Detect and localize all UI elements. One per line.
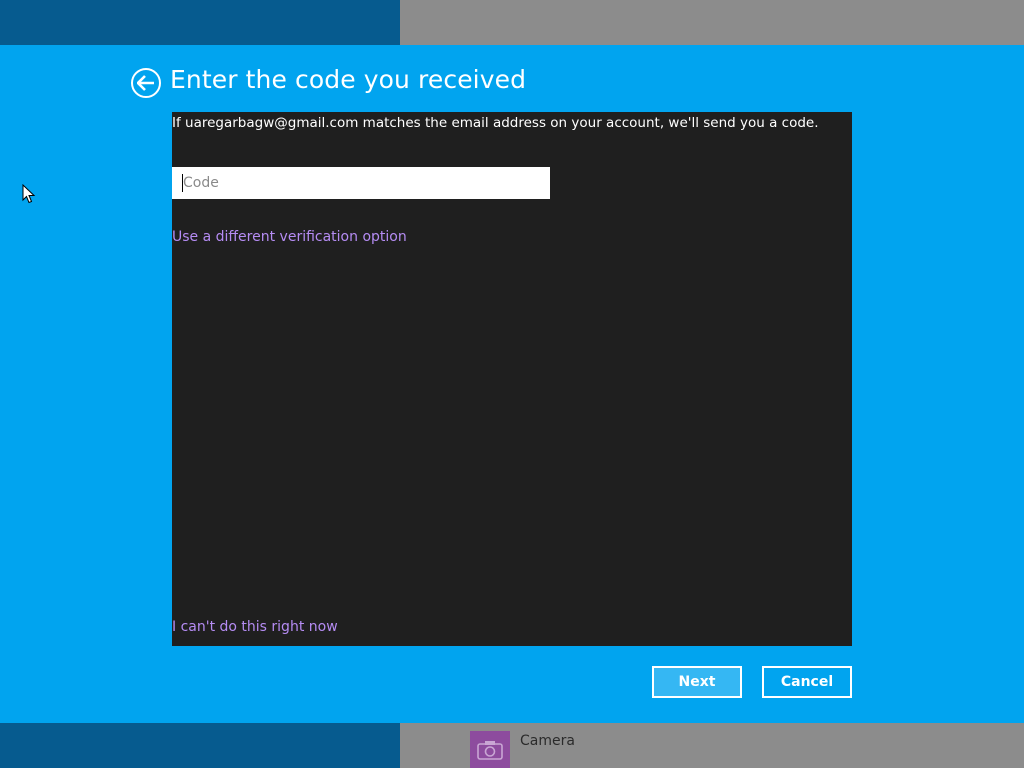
different-verification-option-link[interactable]: Use a different verification option [172, 229, 407, 245]
screen: Camera Enter the code you received If ua… [0, 0, 1024, 768]
camera-app-label: Camera [520, 733, 575, 749]
code-input[interactable] [172, 167, 550, 199]
background-app-area [400, 0, 1024, 45]
mouse-pointer-icon [22, 184, 36, 204]
back-arrow-icon [137, 75, 154, 91]
content-panel: If uaregarbagw@gmail.com matches the ema… [172, 112, 852, 646]
next-button[interactable]: Next [652, 666, 742, 698]
cancel-button[interactable]: Cancel [762, 666, 852, 698]
info-text: If uaregarbagw@gmail.com matches the ema… [172, 115, 819, 131]
camera-icon [477, 740, 503, 760]
camera-app-tile [470, 731, 510, 768]
page-title: Enter the code you received [170, 65, 527, 94]
verification-dialog: Enter the code you received If uaregarba… [0, 45, 1024, 723]
cant-do-this-now-link[interactable]: I can't do this right now [172, 619, 338, 635]
background-app-area [0, 0, 400, 45]
text-caret [182, 174, 183, 192]
background-app-area [0, 723, 400, 768]
back-button[interactable] [131, 68, 161, 98]
